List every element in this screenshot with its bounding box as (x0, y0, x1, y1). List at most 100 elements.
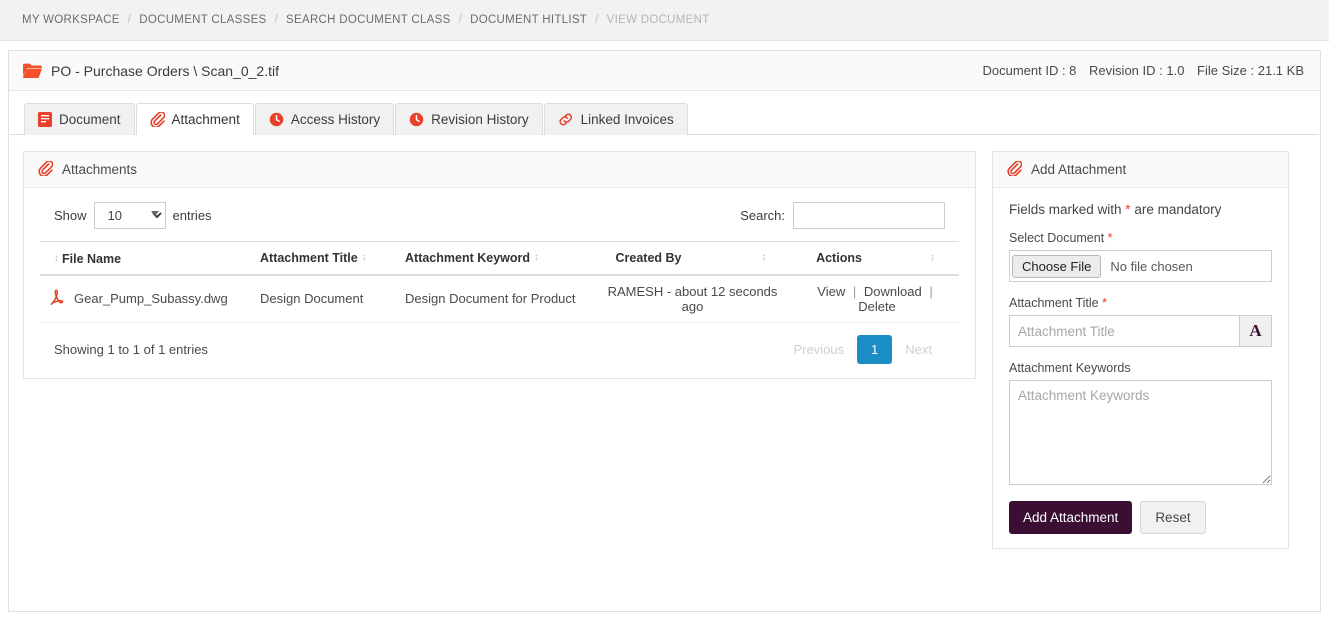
mandatory-note-before: Fields marked with (1009, 202, 1125, 217)
action-separator: | (929, 284, 932, 299)
content-area: Attachments Show 10 entries (9, 135, 1320, 549)
view-link[interactable]: View (817, 284, 845, 299)
required-star: * (1102, 296, 1107, 310)
search-group: Search: (740, 202, 945, 229)
clock-icon (269, 112, 284, 127)
attachments-panel-header: Attachments (24, 152, 975, 188)
reset-button[interactable]: Reset (1140, 501, 1205, 534)
column-attachment-title[interactable]: Attachment Title ↕ (250, 242, 395, 275)
attachment-title-group: A (1009, 315, 1272, 347)
table-body: Gear_Pump_Subassy.dwg Design Document De… (40, 275, 959, 323)
sort-icon: ↕ (762, 252, 766, 263)
tab-access-history[interactable]: Access History (255, 103, 394, 135)
breadcrumb-item-my-workspace[interactable]: MY WORKSPACE (22, 14, 120, 26)
required-star: * (1108, 231, 1113, 245)
page-length-select[interactable]: 10 (94, 202, 166, 229)
column-attachment-title-label: Attachment Title (260, 251, 358, 265)
search-input[interactable] (793, 202, 945, 229)
column-actions[interactable]: Actions ↕ (795, 242, 959, 275)
table-head: ↕ File Name Attachment Title ↕ (40, 242, 959, 275)
tab-linked-invoices-label: Linked Invoices (581, 112, 674, 127)
cell-file-name: Gear_Pump_Subassy.dwg (40, 275, 250, 323)
add-attachment-panel-header: Add Attachment (993, 152, 1288, 188)
tab-revision-history-label: Revision History (431, 112, 529, 127)
breadcrumb-separator: / (275, 14, 279, 26)
column-created-by[interactable]: Created By ↕ (590, 242, 795, 275)
breadcrumb-item-view-document: VIEW DOCUMENT (607, 14, 710, 26)
document-title-group: PO - Purchase Orders \ Scan_0_2.tif (23, 63, 279, 79)
column-file-name-label: File Name (62, 252, 121, 266)
clock-icon (409, 112, 424, 127)
show-label: Show (54, 208, 87, 223)
pagination-next[interactable]: Next (892, 336, 945, 363)
paperclip-icon (150, 112, 165, 127)
tab-access-history-label: Access History (291, 112, 380, 127)
link-icon (558, 112, 574, 127)
attachments-panel: Attachments Show 10 entries (23, 151, 976, 379)
select-document-label-text: Select Document (1009, 231, 1108, 245)
dwg-file-icon (50, 289, 64, 308)
cell-attachment-title: Design Document (250, 275, 395, 323)
document-header: PO - Purchase Orders \ Scan_0_2.tif Docu… (9, 51, 1320, 91)
sort-icon: ↕ (362, 252, 366, 263)
attachment-title-input[interactable] (1009, 315, 1239, 347)
attachment-title-label: Attachment Title * (1009, 296, 1272, 310)
file-name-text: Gear_Pump_Subassy.dwg (74, 291, 228, 306)
breadcrumb-separator: / (459, 14, 463, 26)
column-attachment-keyword-label: Attachment Keyword (405, 251, 530, 265)
form-buttons: Add Attachment Reset (1009, 501, 1272, 534)
column-created-by-label: Created By (616, 251, 682, 265)
tab-attachment[interactable]: Attachment (136, 103, 254, 135)
table-row: Gear_Pump_Subassy.dwg Design Document De… (40, 275, 959, 323)
attachment-keywords-textarea[interactable] (1009, 380, 1272, 485)
show-entries-group: Show 10 entries (54, 202, 212, 229)
column-attachment-keyword[interactable]: Attachment Keyword ↕ (395, 242, 590, 275)
sort-icon: ↕ (930, 252, 934, 263)
download-link[interactable]: Download (864, 284, 922, 299)
tab-linked-invoices[interactable]: Linked Invoices (544, 103, 688, 135)
tab-document[interactable]: Document (24, 103, 135, 135)
revision-id: Revision ID : 1.0 (1089, 63, 1184, 78)
file-text-icon (38, 112, 52, 127)
tab-attachment-label: Attachment (172, 112, 240, 127)
delete-link[interactable]: Delete (858, 299, 896, 314)
add-attachment-panel: Add Attachment Fields marked with * are … (992, 151, 1289, 549)
pagination-page-1[interactable]: 1 (857, 335, 892, 364)
text-format-icon[interactable]: A (1239, 315, 1272, 347)
choose-file-button[interactable]: Choose File (1012, 255, 1101, 278)
document-meta: Document ID : 8 Revision ID : 1.0 File S… (973, 63, 1304, 78)
table-header-row: ↕ File Name Attachment Title ↕ (40, 242, 959, 275)
mandatory-note: Fields marked with * are mandatory (1009, 202, 1272, 217)
mandatory-note-after: are mandatory (1131, 202, 1222, 217)
breadcrumb-item-search-document-class[interactable]: SEARCH DOCUMENT CLASS (286, 14, 451, 26)
cell-actions: View | Download | Delete (795, 275, 959, 323)
file-size: File Size : 21.1 KB (1197, 63, 1304, 78)
breadcrumb-separator: / (128, 14, 132, 26)
attachments-table: ↕ File Name Attachment Title ↕ (40, 241, 959, 323)
breadcrumb-item-document-hitlist[interactable]: DOCUMENT HITLIST (470, 14, 587, 26)
add-attachment-button[interactable]: Add Attachment (1009, 501, 1132, 534)
add-attachment-panel-title: Add Attachment (1031, 162, 1126, 177)
breadcrumb: MY WORKSPACE / DOCUMENT CLASSES / SEARCH… (0, 0, 1329, 41)
tab-bar: Document Attachment Access History (10, 91, 1319, 135)
document-id: Document ID : 8 (982, 63, 1076, 78)
page-length-select-wrap: 10 (94, 202, 166, 229)
attachment-keywords-label: Attachment Keywords (1009, 361, 1272, 375)
pagination-previous[interactable]: Previous (780, 336, 857, 363)
select-document-label: Select Document * (1009, 231, 1272, 245)
table-toolbar: Show 10 entries Search: (40, 202, 959, 229)
paperclip-icon (38, 161, 53, 179)
folder-icon (23, 63, 42, 78)
search-label: Search: (740, 208, 785, 223)
action-separator: | (853, 284, 856, 299)
select-document-file-input[interactable]: Choose File No file chosen (1009, 250, 1272, 282)
pagination: Previous 1 Next (780, 335, 945, 364)
attachment-title-label-text: Attachment Title (1009, 296, 1102, 310)
entries-label: entries (173, 208, 212, 223)
paperclip-icon (1007, 161, 1022, 179)
tab-revision-history[interactable]: Revision History (395, 103, 543, 135)
column-file-name[interactable]: ↕ File Name (40, 242, 250, 275)
breadcrumb-item-document-classes[interactable]: DOCUMENT CLASSES (139, 14, 266, 26)
cell-attachment-keyword: Design Document for Product (395, 275, 590, 323)
main-frame: PO - Purchase Orders \ Scan_0_2.tif Docu… (8, 50, 1321, 612)
